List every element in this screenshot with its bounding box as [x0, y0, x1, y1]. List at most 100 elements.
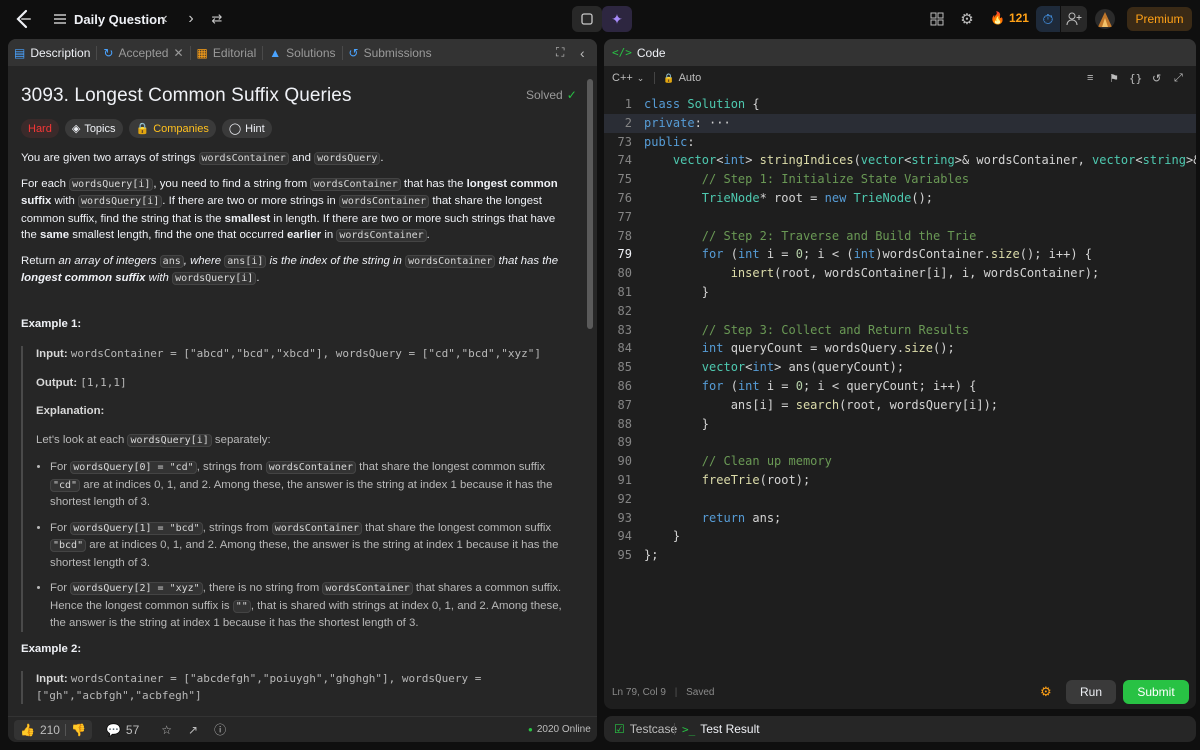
shuffle-icon[interactable]: ⇄	[208, 10, 226, 28]
problem-list-icon[interactable]	[53, 12, 67, 26]
code-line[interactable]: 80 insert(root, wordsContainer[i], i, wo…	[604, 264, 1196, 283]
code-line[interactable]: 2 private: ···	[604, 113, 1196, 133]
code-text: // Step 3: Collect and Return Results	[701, 322, 970, 337]
code-line[interactable]: 81 }	[604, 283, 1196, 302]
terminal-icon: >_	[682, 722, 696, 736]
code-brackets-icon: </>	[612, 46, 632, 59]
line-number: 76	[617, 190, 632, 205]
code-line[interactable]: 78 // Step 2: Traverse and Build the Tri…	[604, 227, 1196, 246]
tab-code[interactable]: </> Code	[604, 39, 672, 66]
collapse-icon[interactable]: ‹	[580, 45, 585, 61]
braces-icon[interactable]: {}	[1129, 72, 1142, 85]
timer-button[interactable]: ⏱	[1036, 6, 1060, 32]
example-1-block: Input: wordsContainer = ["abcd","bcd","x…	[21, 346, 571, 632]
code-text: public:	[644, 134, 695, 149]
format-icon[interactable]: ≡	[1087, 72, 1093, 84]
code-editor[interactable]: 1 class Solution {2 private: ··· 73 public: 7…	[604, 95, 1196, 655]
companies-chip[interactable]: 🔒 Companies	[128, 119, 216, 138]
code-text: insert(root, wordsContainer[i], i, words…	[730, 266, 1100, 281]
history-icon: ↻	[103, 45, 114, 60]
history-icon: ↺	[348, 45, 359, 60]
tab-test-result[interactable]: >_ Test Result	[682, 722, 760, 736]
code-line[interactable]: 82	[604, 302, 1196, 321]
fullscreen-icon[interactable]: ⤢	[1174, 72, 1183, 85]
notes-button[interactable]	[572, 6, 602, 32]
code-line[interactable]: 74 vector<int> stringIndices(vector<stri…	[604, 151, 1196, 170]
bookmark-icon[interactable]: ⚑	[1109, 72, 1119, 85]
next-problem-icon[interactable]: ›	[182, 10, 200, 28]
line-number: 82	[617, 303, 632, 318]
code-line[interactable]: 75 // Step 1: Initialize State Variables	[604, 170, 1196, 189]
help-icon[interactable]: ⓘ	[214, 721, 226, 738]
premium-button[interactable]: Premium	[1127, 7, 1192, 31]
code-line[interactable]: 85 vector<int> ans(queryCount);	[604, 358, 1196, 377]
tab-solutions[interactable]: ▲ Solutions	[263, 39, 341, 66]
streak-counter[interactable]: 🔥 121	[990, 11, 1029, 25]
code-line[interactable]: 90 // Clean up memory	[604, 452, 1196, 471]
tab-submissions[interactable]: ↺ Submissions	[343, 39, 438, 66]
settings-gear-icon[interactable]: ⚙	[958, 10, 976, 28]
code-line[interactable]: 95};	[604, 546, 1196, 565]
code-line[interactable]: 79 for (int i = 0; i < (int)wordsContain…	[604, 245, 1196, 264]
code-line[interactable]: 84 int queryCount = wordsQuery.size();	[604, 339, 1196, 358]
maximize-icon[interactable]: ⛶	[556, 45, 564, 60]
code-line[interactable]: 86 for (int i = 0; i < queryCount; i++) …	[604, 377, 1196, 396]
tab-accepted[interactable]: ↻ Accepted ✕	[97, 39, 189, 66]
star-icon[interactable]: ☆	[161, 723, 172, 737]
problem-description: You are given two arrays of strings word…	[21, 150, 571, 712]
close-icon[interactable]: ✕	[173, 46, 183, 60]
like-button[interactable]: 👍 210 👎	[14, 719, 92, 740]
comments-button[interactable]: 💬 57	[106, 723, 139, 737]
code-line[interactable]: 92	[604, 490, 1196, 509]
code-line[interactable]: 88 }	[604, 415, 1196, 434]
ai-assist-button[interactable]: ✦	[602, 6, 632, 32]
tab-description[interactable]: ▤ Description	[8, 39, 96, 66]
problem-title[interactable]: 3093. Longest Common Suffix Queries	[21, 85, 352, 107]
code-line[interactable]: 77	[604, 208, 1196, 227]
example-1-title: Example 1:	[21, 317, 82, 330]
fire-icon: 🔥	[990, 11, 1005, 25]
line-number: 88	[617, 416, 632, 431]
code-text: }	[644, 529, 681, 544]
line-number: 74	[617, 153, 632, 168]
code-line[interactable]: 93 return ans;	[604, 509, 1196, 528]
code-line[interactable]: 87 ans[i] = search(root, wordsQuery[i]);	[604, 396, 1196, 415]
lock-icon: 🔒	[135, 123, 150, 135]
document-icon: ▤	[14, 45, 26, 60]
hint-chip[interactable]: ◯ Hint	[221, 119, 272, 138]
autocomplete-mode[interactable]: 🔒 Auto	[663, 72, 701, 84]
leetcode-logo-icon[interactable]	[14, 9, 34, 29]
code-line[interactable]: 91 freeTrie(root);	[604, 471, 1196, 490]
share-icon[interactable]: ↗	[188, 723, 198, 737]
run-button[interactable]: Run	[1066, 680, 1116, 704]
editor-status: Ln 79, Col 9 | Saved	[612, 687, 715, 698]
line-number: 81	[617, 284, 632, 299]
submit-button[interactable]: Submit	[1123, 680, 1189, 704]
prev-problem-icon[interactable]: ‹	[156, 10, 174, 28]
debug-icon[interactable]: ⚙	[1040, 684, 1052, 700]
description-scrollbar[interactable]	[587, 79, 593, 329]
code-line[interactable]: 73 public:	[604, 133, 1196, 152]
topics-chip[interactable]: ◈ Topics	[64, 119, 123, 138]
code-line[interactable]: 1 class Solution {	[604, 95, 1196, 114]
code-text: };	[644, 548, 659, 563]
code-line[interactable]: 76 TrieNode* root = new TrieNode();	[604, 189, 1196, 208]
tab-editorial[interactable]: ▦ Editorial	[191, 39, 263, 66]
line-number: 2	[624, 115, 632, 130]
language-select[interactable]: C++ ⌄	[612, 72, 644, 84]
reset-icon[interactable]: ↺	[1152, 72, 1161, 85]
online-status: ● 2020 Online	[528, 724, 591, 735]
code-line[interactable]: 89	[604, 433, 1196, 452]
code-line[interactable]: 94 }	[604, 527, 1196, 546]
add-user-button[interactable]	[1061, 6, 1087, 32]
daily-question-title[interactable]: Daily Question	[74, 12, 165, 27]
top-bar: Daily Question ‹ › ⇄ ✦ ⚙ 🔥 121 ⏱ Premium	[0, 0, 1200, 38]
code-line[interactable]: 83 // Step 3: Collect and Return Results	[604, 321, 1196, 340]
tab-testcase[interactable]: ☑ Testcase	[614, 722, 677, 736]
comment-count: 57	[125, 722, 140, 737]
thumbs-down-icon[interactable]: 👎	[71, 723, 86, 737]
layout-grid-icon[interactable]	[928, 10, 946, 28]
line-number: 87	[617, 397, 632, 412]
avatar[interactable]	[1095, 9, 1115, 29]
tag-icon: ◈	[71, 123, 81, 135]
